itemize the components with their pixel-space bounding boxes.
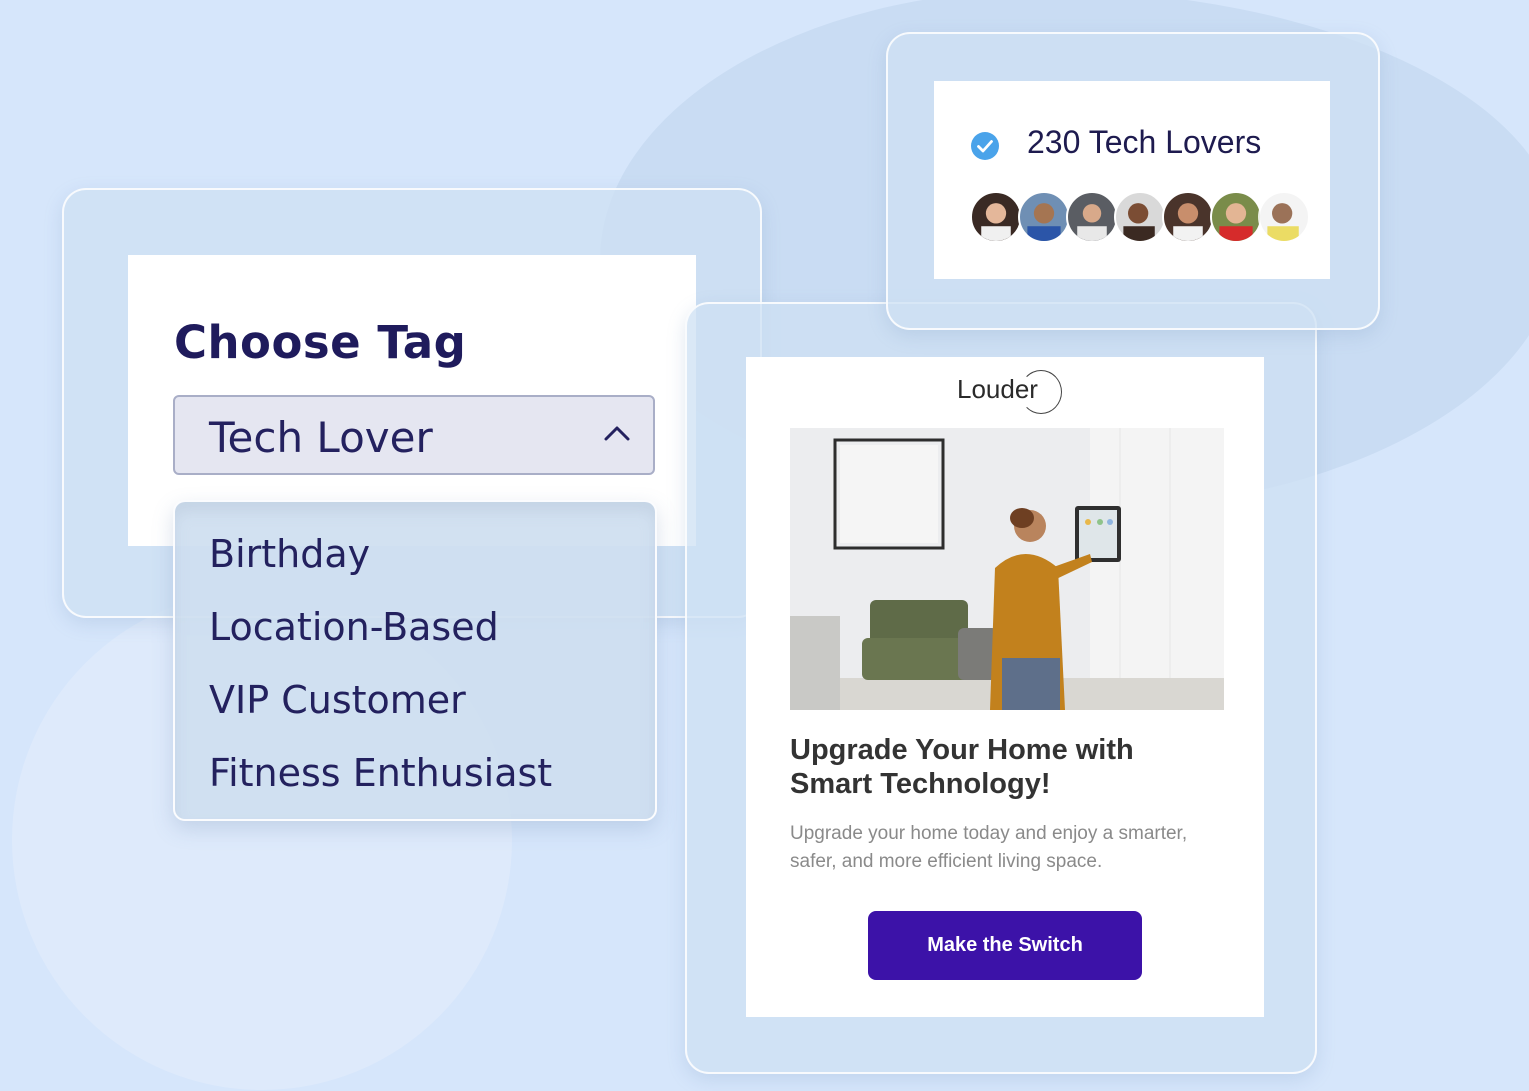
- avatar: [970, 191, 1022, 243]
- tag-option-fitness-enthusiast[interactable]: Fitness Enthusiast: [209, 751, 552, 795]
- check-circle-icon: [971, 132, 999, 160]
- tag-option-location-based[interactable]: Location-Based: [209, 605, 499, 649]
- audience-count-title: 230 Tech Lovers: [1027, 124, 1262, 160]
- chevron-up-icon: [604, 426, 630, 441]
- avatar-stack: [970, 191, 1310, 245]
- avatar: [1114, 191, 1166, 243]
- brand-logo-mark: [1020, 370, 1062, 414]
- tag-option-vip-customer[interactable]: VIP Customer: [209, 678, 466, 722]
- avatar: [1018, 191, 1070, 243]
- avatar: [1258, 191, 1310, 243]
- tag-select[interactable]: Tech Lover: [173, 395, 655, 475]
- email-headline: Upgrade Your Home with Smart Technology!: [790, 734, 1134, 800]
- tag-picker-title: Choose Tag: [174, 316, 467, 369]
- tag-option-birthday[interactable]: Birthday: [209, 532, 370, 576]
- avatar: [1066, 191, 1118, 243]
- audience-card: [934, 81, 1330, 279]
- tag-dropdown-menu: Birthday Location-Based VIP Customer Fit…: [173, 500, 657, 821]
- email-body: Upgrade your home today and enjoy a smar…: [790, 823, 1188, 872]
- tag-select-value: Tech Lover: [209, 413, 433, 462]
- hero-image: [790, 428, 1224, 710]
- avatar: [1162, 191, 1214, 243]
- make-the-switch-button[interactable]: Make the Switch: [868, 911, 1142, 980]
- avatar: [1210, 191, 1262, 243]
